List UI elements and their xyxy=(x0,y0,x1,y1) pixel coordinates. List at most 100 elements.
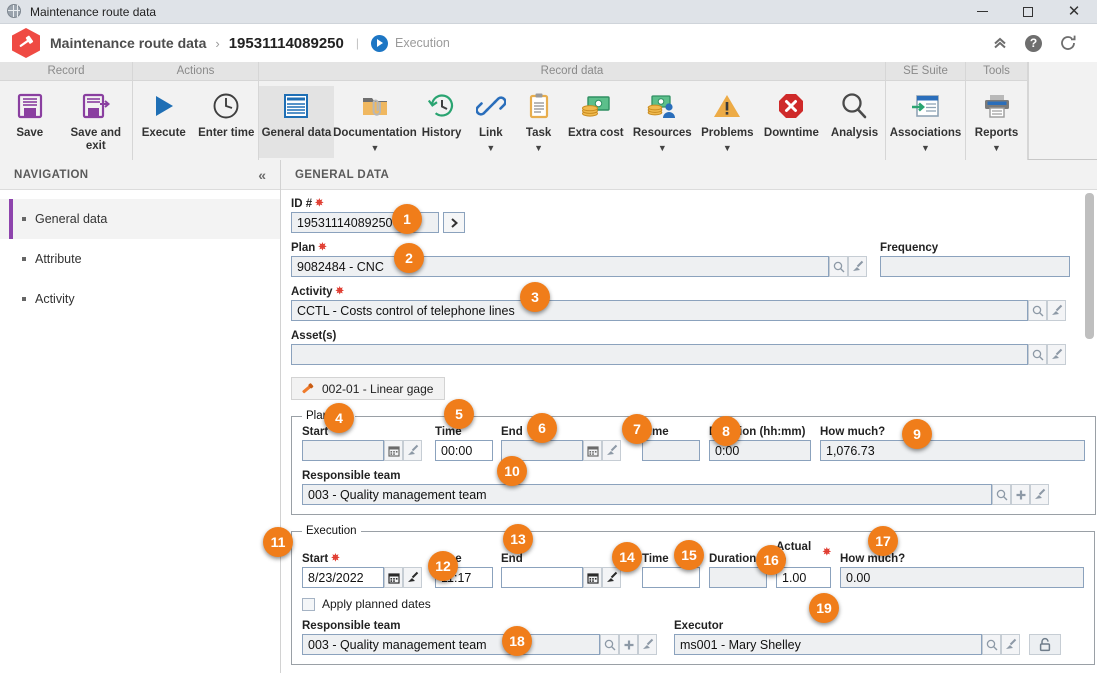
planning-end-clear-button[interactable] xyxy=(602,440,621,461)
general-data-panel: GENERAL DATA ID # ✵ 19531114089250 Plan … xyxy=(281,160,1097,673)
minimize-button[interactable] xyxy=(959,0,1005,24)
sidebar-item-general-data[interactable]: General data xyxy=(0,199,280,239)
execution-start-clear-button[interactable] xyxy=(403,567,422,588)
execution-team-add-button[interactable] xyxy=(619,634,638,655)
form-header: GENERAL DATA xyxy=(281,160,1097,190)
stop-x-icon xyxy=(776,89,806,123)
asset-chip-label: 002-01 - Linear gage xyxy=(322,381,434,396)
ribbon-button-reports[interactable]: Reports ▼ xyxy=(966,86,1027,158)
ribbon-button-resources[interactable]: Resources ▼ xyxy=(629,86,696,158)
planning-start-time-input[interactable]: 00:00 xyxy=(435,440,493,461)
planning-end-calendar-button[interactable] xyxy=(583,440,602,461)
ribbon-button-problems[interactable]: Problems ▼ xyxy=(696,86,759,158)
assets-search-button[interactable] xyxy=(1028,344,1047,365)
ribbon-group-title: SE Suite xyxy=(886,62,965,81)
planning-start-label: Start xyxy=(302,426,329,438)
execution-end-time-input[interactable] xyxy=(642,567,700,588)
execution-team-clear-button[interactable] xyxy=(638,634,657,655)
activity-input[interactable]: CCTL - Costs control of telephone lines xyxy=(291,300,1028,321)
frequency-input[interactable] xyxy=(880,256,1070,277)
execution-executor-search-button[interactable] xyxy=(982,634,1001,655)
callout-badge-5: 5 xyxy=(444,399,474,429)
sidebar-item-activity[interactable]: Activity xyxy=(0,279,280,319)
planning-howmuch-input[interactable]: 1,076.73 xyxy=(820,440,1085,461)
chevron-down-icon[interactable]: ▼ xyxy=(921,144,930,153)
refresh-icon[interactable] xyxy=(1059,34,1077,52)
execution-howmuch-input[interactable]: 0.00 xyxy=(840,567,1084,588)
planning-start-calendar-button[interactable] xyxy=(384,440,403,461)
padlock-open-icon[interactable] xyxy=(1029,634,1061,655)
record-id-title: 19531114089250 xyxy=(228,34,344,52)
ribbon-button-label: Extra cost xyxy=(567,127,624,139)
callout-badge-16: 16 xyxy=(756,545,786,575)
callout-badge-14: 14 xyxy=(612,542,642,572)
apply-planned-dates-row[interactable]: Apply planned dates xyxy=(302,597,1084,611)
ribbon-button-task[interactable]: Task ▼ xyxy=(514,86,562,158)
ribbon-button-general-data[interactable]: General data xyxy=(259,86,334,158)
ribbon-button-link[interactable]: Link ▼ xyxy=(467,86,514,158)
sidebar-item-attribute[interactable]: Attribute xyxy=(0,239,280,279)
ribbon-button-save-and-exit[interactable]: Save and exit xyxy=(60,86,132,158)
id-label-text: ID # xyxy=(291,198,313,210)
ribbon-group-se-suite: SE Suite Associations ▼ xyxy=(886,62,966,160)
chevron-down-icon[interactable]: ▼ xyxy=(534,144,543,153)
ribbon-button-associations[interactable]: Associations ▼ xyxy=(886,86,965,158)
execution-end-input[interactable] xyxy=(501,567,583,588)
ribbon-group-title: Tools xyxy=(966,62,1027,81)
execution-team-input[interactable]: 003 - Quality management team xyxy=(302,634,600,655)
money-coins-icon xyxy=(581,89,611,123)
activity-search-button[interactable] xyxy=(1028,300,1047,321)
close-button[interactable]: ✕ xyxy=(1051,0,1097,24)
chevrons-left-icon[interactable]: « xyxy=(258,167,266,183)
ribbon-button-history[interactable]: History xyxy=(416,86,467,158)
ribbon-button-analysis[interactable]: Analysis xyxy=(824,86,885,158)
chevron-down-icon[interactable]: ▼ xyxy=(658,144,667,153)
frequency-field-group: Frequency xyxy=(880,242,1072,277)
money-person-icon xyxy=(647,89,677,123)
planning-team-search-button[interactable] xyxy=(992,484,1011,505)
planning-team-input[interactable]: 003 - Quality management team xyxy=(302,484,992,505)
execution-end-clear-button[interactable] xyxy=(602,567,621,588)
planning-start-input[interactable] xyxy=(302,440,384,461)
execution-end-label: End xyxy=(501,553,523,565)
chevrons-up-icon[interactable] xyxy=(992,35,1008,51)
plan-input[interactable]: 9082484 - CNC xyxy=(291,256,829,277)
activity-clear-button[interactable] xyxy=(1047,300,1066,321)
execution-actual-input[interactable]: 1.00 xyxy=(776,567,831,588)
planning-start-clear-button[interactable] xyxy=(403,440,422,461)
asset-chip[interactable]: 002-01 - Linear gage xyxy=(291,377,446,400)
id-next-button[interactable] xyxy=(443,212,465,233)
planning-team-add-button[interactable] xyxy=(1011,484,1030,505)
chevron-down-icon[interactable]: ▼ xyxy=(723,144,732,153)
chevron-down-icon[interactable]: ▼ xyxy=(486,144,495,153)
plan-search-button[interactable] xyxy=(829,256,848,277)
breadcrumb-root[interactable]: Maintenance route data xyxy=(50,35,206,51)
ribbon-button-documentation[interactable]: Documentation ▼ xyxy=(333,86,417,158)
chevron-down-icon[interactable]: ▼ xyxy=(370,144,379,153)
help-icon[interactable]: ? xyxy=(1025,34,1042,52)
planning-end-time-input[interactable] xyxy=(642,440,700,461)
plan-clear-button[interactable] xyxy=(848,256,867,277)
ribbon-button-enter-time[interactable]: Enter time xyxy=(195,86,258,158)
apply-planned-dates-checkbox[interactable] xyxy=(302,597,315,611)
chevron-down-icon[interactable]: ▼ xyxy=(992,144,1001,153)
assets-clear-button[interactable] xyxy=(1047,344,1066,365)
ribbon-group-record-data: Record data General data Documentation ▼… xyxy=(259,62,886,160)
assets-input[interactable] xyxy=(291,344,1028,365)
ribbon-button-downtime[interactable]: Downtime xyxy=(759,86,824,158)
assets-field-group: Asset(s) xyxy=(291,330,1079,365)
execution-executor-input[interactable]: ms001 - Mary Shelley xyxy=(674,634,982,655)
execution-end-calendar-button[interactable] xyxy=(583,567,602,588)
execution-duration-input[interactable] xyxy=(709,567,767,588)
ribbon-button-save[interactable]: Save xyxy=(0,86,60,158)
execution-start-calendar-button[interactable] xyxy=(384,567,403,588)
maximize-button[interactable] xyxy=(1005,0,1051,24)
ribbon-button-extra-cost[interactable]: Extra cost xyxy=(563,86,629,158)
execution-start-input[interactable]: 8/23/2022 xyxy=(302,567,384,588)
planning-team-clear-button[interactable] xyxy=(1030,484,1049,505)
ribbon-button-execute[interactable]: Execute xyxy=(133,86,195,158)
execution-executor-clear-button[interactable] xyxy=(1001,634,1020,655)
execution-team-search-button[interactable] xyxy=(600,634,619,655)
ribbon-group-title: Actions xyxy=(133,62,258,81)
magnifier-icon xyxy=(839,89,869,123)
